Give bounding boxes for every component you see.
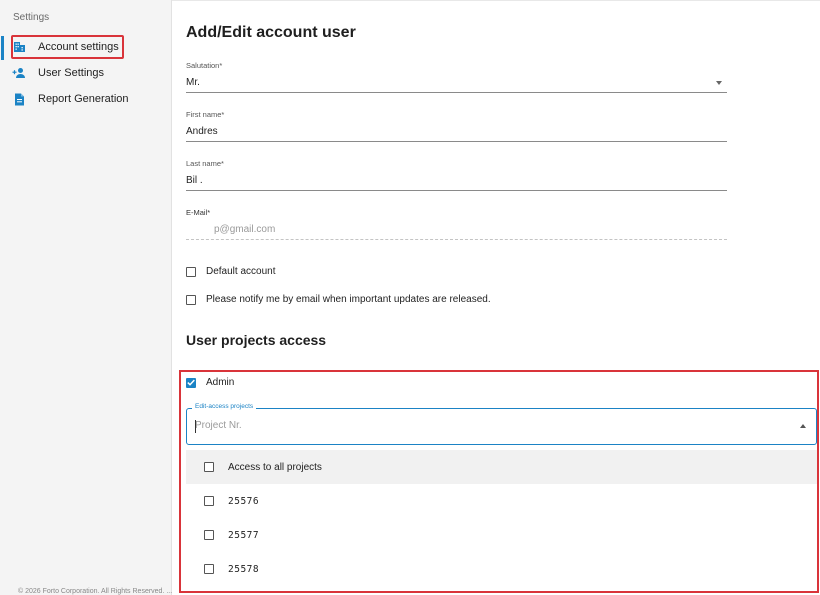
salutation-select[interactable]: Salutation* Mr.: [186, 61, 727, 95]
default-account-checkbox[interactable]: Default account: [186, 266, 276, 277]
building-icon: [12, 40, 26, 54]
chevron-up-icon[interactable]: [800, 424, 806, 428]
field-underline: [186, 190, 727, 191]
list-item-access-all[interactable]: Access to all projects: [186, 450, 817, 484]
first-name-field[interactable]: First name* Andres: [186, 110, 727, 144]
admin-checkbox[interactable]: Admin: [186, 377, 234, 388]
first-name-label: First name*: [186, 110, 225, 119]
list-item-project[interactable]: 25576: [186, 484, 817, 518]
project-search-input[interactable]: [195, 420, 775, 431]
checkbox-icon[interactable]: [186, 266, 196, 277]
checkbox-icon[interactable]: [204, 462, 214, 472]
list-item-project[interactable]: 25577: [186, 518, 817, 552]
sidebar-item-user-settings[interactable]: User Settings: [12, 62, 104, 84]
field-underline: [186, 141, 727, 142]
checkbox-icon[interactable]: [186, 294, 196, 305]
projects-dropdown-list: Access to all projects 25576 25577 25578: [186, 450, 817, 590]
sidebar-item-label: Account settings: [38, 41, 119, 53]
field-underline: [186, 239, 727, 240]
admin-label: Admin: [206, 377, 235, 388]
sidebar-header: Settings: [13, 12, 50, 23]
sidebar-item-report-generation[interactable]: Report Generation: [12, 88, 129, 110]
default-account-label: Default account: [206, 266, 276, 277]
first-name-value: Andres: [186, 126, 218, 137]
email-label: E-Mail*: [186, 208, 211, 217]
edit-access-projects-label: Edit-access projects: [192, 403, 257, 410]
checkbox-icon[interactable]: [204, 530, 214, 540]
checkbox-icon[interactable]: [204, 496, 214, 506]
checkbox-checked-icon[interactable]: [186, 377, 196, 388]
active-indicator: [1, 36, 4, 60]
option-label: 25577: [228, 529, 260, 541]
copyright-footer: © 2026 Forto Corporation. All Rights Res…: [18, 588, 173, 595]
add-person-icon: [12, 66, 26, 80]
last-name-field[interactable]: Last name* Bil .: [186, 159, 727, 193]
sidebar-item-label: User Settings: [38, 67, 105, 79]
projects-section-title: User projects access: [186, 332, 327, 348]
chevron-down-icon[interactable]: [716, 81, 722, 85]
last-name-label: Last name*: [186, 159, 224, 168]
salutation-label: Salutation*: [186, 61, 223, 70]
last-name-value: Bil .: [186, 175, 203, 186]
salutation-value: Mr.: [186, 77, 200, 88]
field-underline: [186, 92, 727, 93]
email-value: p@gmail.com: [214, 224, 276, 235]
text-cursor: [195, 420, 196, 433]
sidebar-item-label: Report Generation: [38, 93, 129, 105]
option-label: Access to all projects: [228, 461, 322, 473]
page-title: Add/Edit account user: [186, 24, 356, 41]
option-label: 25578: [228, 563, 260, 575]
list-item-project[interactable]: 25578: [186, 552, 817, 586]
top-divider: [172, 0, 820, 1]
document-icon: [12, 92, 26, 106]
settings-sidebar: Settings Account settings User Settings …: [0, 0, 172, 595]
option-label: 25576: [228, 495, 260, 507]
sidebar-item-account-settings[interactable]: Account settings: [12, 36, 119, 58]
notify-label: Please notify me by email when important…: [206, 294, 491, 305]
checkbox-icon[interactable]: [204, 564, 214, 574]
email-field: E-Mail* p@gmail.com: [186, 208, 727, 242]
notify-checkbox[interactable]: Please notify me by email when important…: [186, 294, 491, 305]
